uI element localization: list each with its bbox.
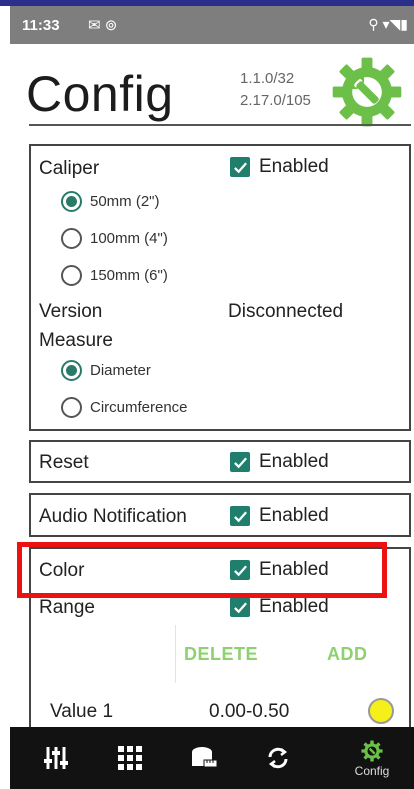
range-enabled-checkbox[interactable]: Enabled [230, 596, 329, 618]
value-1-range[interactable]: 0.00-0.50 [209, 701, 289, 723]
radio-unselected-icon [61, 228, 82, 249]
header-divider [29, 124, 411, 126]
button-divider [175, 625, 176, 683]
caliper-panel: Caliper Enabled 50mm (2") 100mm (4") 150… [29, 144, 411, 431]
sliders-icon [44, 747, 68, 769]
gear-wrench-icon [361, 739, 383, 762]
radio-diameter[interactable]: Diameter [61, 360, 151, 381]
version-info: 1.1.0/32 2.17.0/105 [240, 68, 311, 112]
sync-icon [268, 747, 288, 769]
checkbox-checked-icon [230, 597, 250, 617]
notification-icons: ✉ ⊚ [88, 17, 118, 34]
radio-circumference[interactable]: Circumference [61, 397, 188, 418]
radio-diameter-label: Diameter [90, 362, 151, 379]
gear-wrench-icon [332, 57, 402, 127]
radio-unselected-icon [61, 397, 82, 418]
measure-label: Measure [39, 330, 113, 351]
app-frame: 11:33 ✉ ⊚ ⚲ ▾◥▮ Config 1.1.0/32 2.17.0/1… [0, 0, 414, 789]
radio-50mm-label: 50mm (2") [90, 193, 160, 210]
tape-measure-icon [192, 747, 218, 768]
radio-150mm-label: 150mm (6") [90, 267, 168, 284]
highlight-box [17, 542, 387, 598]
radio-selected-icon [61, 360, 82, 381]
nav-sync[interactable] [250, 727, 306, 789]
nav-config-label: Config [354, 763, 390, 778]
range-label: Range [39, 597, 95, 618]
radio-selected-icon [61, 191, 82, 212]
radio-unselected-icon [61, 265, 82, 286]
version-label: Version [39, 301, 103, 322]
delete-button[interactable]: DELETE [184, 644, 258, 665]
radio-150mm[interactable]: 150mm (6") [61, 265, 168, 286]
checkbox-checked-icon [230, 506, 250, 526]
nav-config[interactable]: Config [340, 727, 404, 789]
value-1-label: Value 1 [50, 701, 114, 722]
radio-100mm-label: 100mm (4") [90, 230, 168, 247]
radio-50mm[interactable]: 50mm (2") [61, 191, 160, 212]
reset-panel: Reset Enabled [29, 440, 411, 483]
caliper-enabled-checkbox[interactable]: Enabled [230, 156, 329, 178]
version-value: Disconnected [228, 301, 344, 322]
add-button[interactable]: ADD [327, 644, 368, 665]
value-1-color-swatch[interactable] [368, 698, 394, 724]
reset-enabled-checkbox[interactable]: Enabled [230, 451, 329, 473]
nav-sliders[interactable] [28, 727, 84, 789]
caliper-label: Caliper [39, 158, 100, 179]
reset-enabled-label: Enabled [259, 451, 329, 472]
config-screen: Config 1.1.0/32 2.17.0/105 Caliper Enabl… [10, 44, 414, 762]
status-time: 11:33 [22, 17, 60, 34]
nav-measure[interactable] [176, 727, 232, 789]
reset-label: Reset [39, 452, 89, 473]
audio-enabled-checkbox[interactable]: Enabled [230, 505, 329, 527]
radio-100mm[interactable]: 100mm (4") [61, 228, 168, 249]
firmware-version: 2.17.0/105 [240, 92, 311, 109]
system-icons: ⚲ ▾◥▮ [368, 16, 408, 32]
caliper-enabled-label: Enabled [259, 156, 329, 177]
nav-grid[interactable] [102, 727, 158, 789]
checkbox-checked-icon [230, 157, 250, 177]
audio-enabled-label: Enabled [259, 505, 329, 526]
status-bar: 11:33 ✉ ⊚ ⚲ ▾◥▮ [10, 6, 414, 44]
grid-icon [118, 746, 142, 770]
audio-notification-label: Audio Notification [39, 506, 187, 527]
app-version: 1.1.0/32 [240, 70, 295, 87]
audio-notification-panel: Audio Notification Enabled [29, 493, 411, 537]
checkbox-checked-icon [230, 452, 250, 472]
range-enabled-label: Enabled [259, 596, 329, 617]
page-title: Config [26, 66, 174, 122]
bottom-navigation: Config [10, 727, 414, 789]
radio-circumference-label: Circumference [90, 399, 188, 416]
